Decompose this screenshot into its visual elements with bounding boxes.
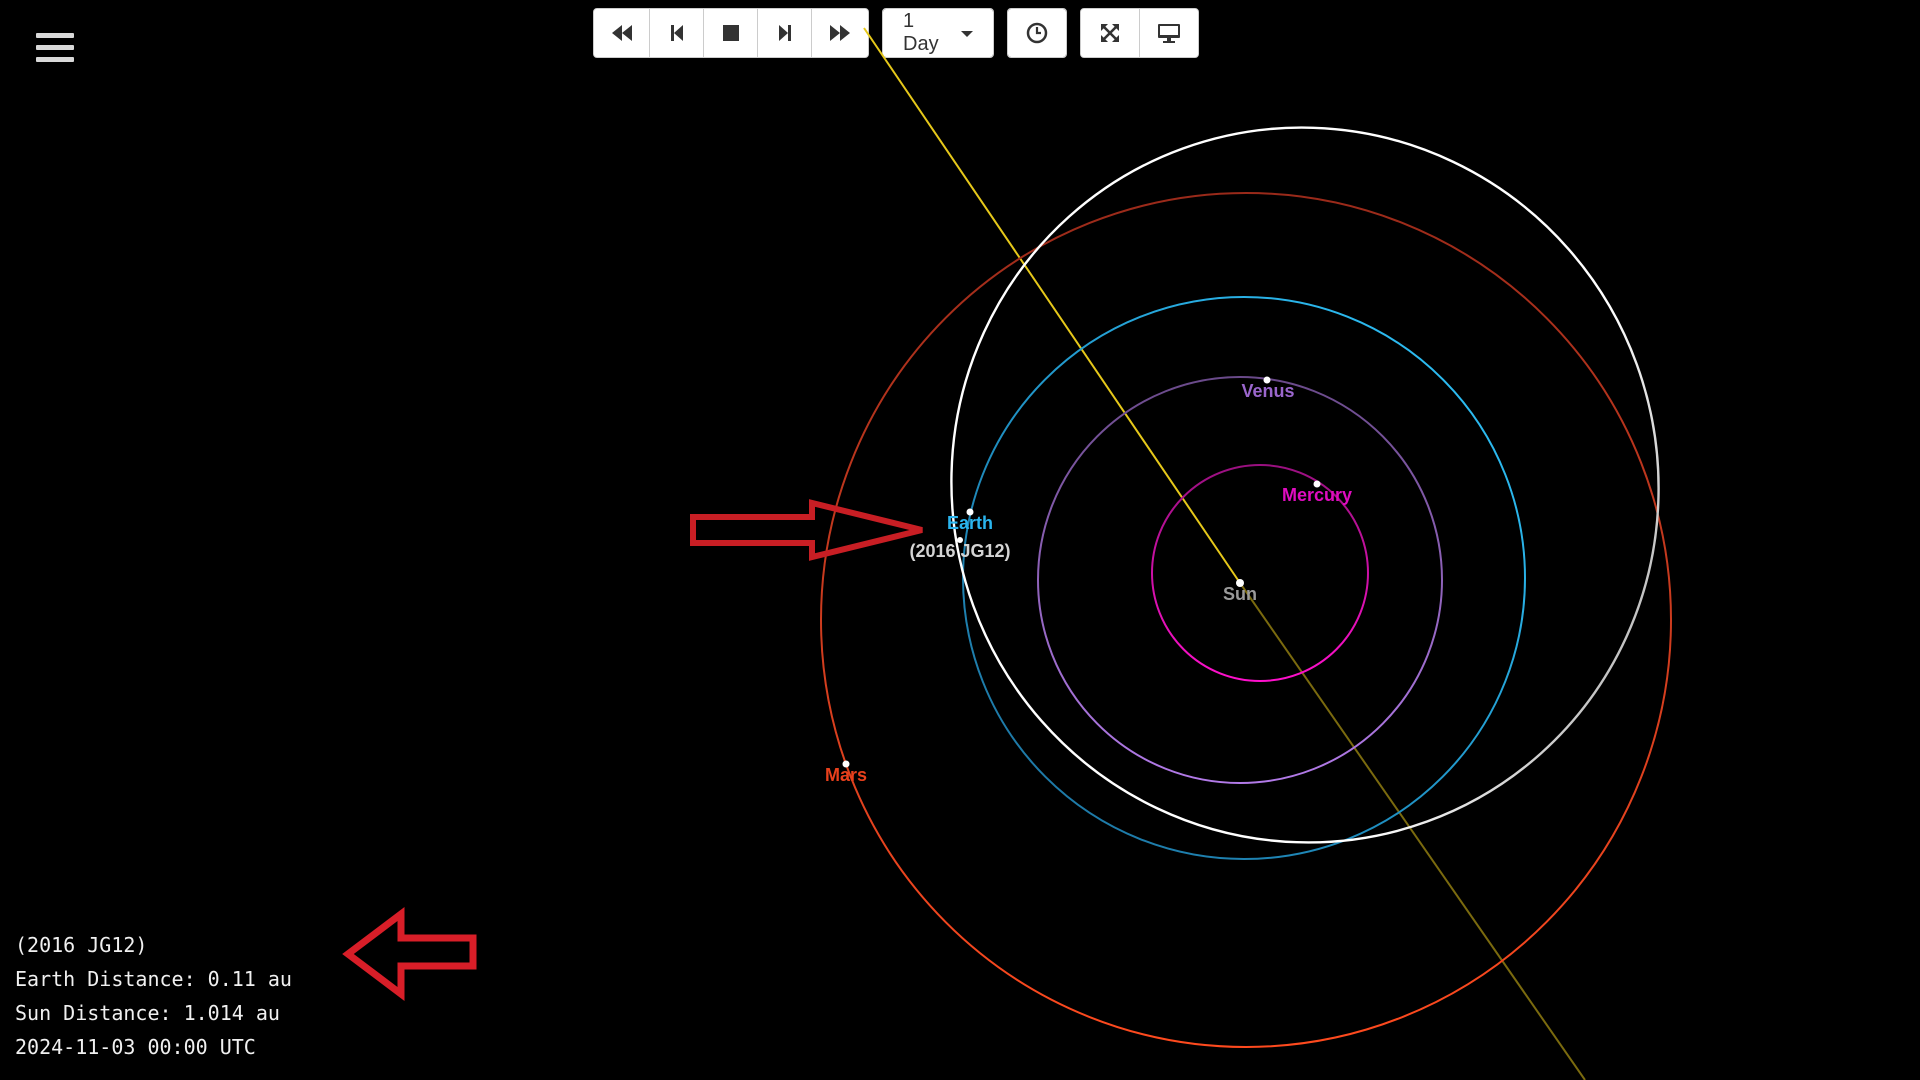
- solar-system-viewer: 1 Day Sun Mercury Venus Earth (2016 JG12…: [0, 0, 1920, 1080]
- venus-label: Venus: [1241, 381, 1294, 401]
- sun-label: Sun: [1223, 584, 1257, 604]
- red-annotation-arrow-right: [690, 499, 923, 561]
- mercury-label: Mercury: [1282, 485, 1352, 505]
- info-earth-distance: Earth Distance: 0.11 au: [15, 967, 292, 991]
- asteroid-label: (2016 JG12): [909, 541, 1010, 561]
- info-sun-distance: Sun Distance: 1.014 au: [15, 1001, 280, 1025]
- orbit-view[interactable]: Sun Mercury Venus Earth (2016 JG12) Mars: [0, 0, 1920, 1080]
- mars-orbit: [820, 192, 1672, 1048]
- object-info-panel: (2016 JG12) Earth Distance: 0.11 au Sun Di…: [15, 928, 292, 1064]
- red-annotation-arrow-left: [342, 906, 477, 1002]
- mars-label: Mars: [825, 765, 867, 785]
- earth-label: Earth: [947, 513, 993, 533]
- info-datetime: 2024-11-03 00:00 UTC: [15, 1035, 256, 1059]
- info-object-name: (2016 JG12): [15, 933, 148, 957]
